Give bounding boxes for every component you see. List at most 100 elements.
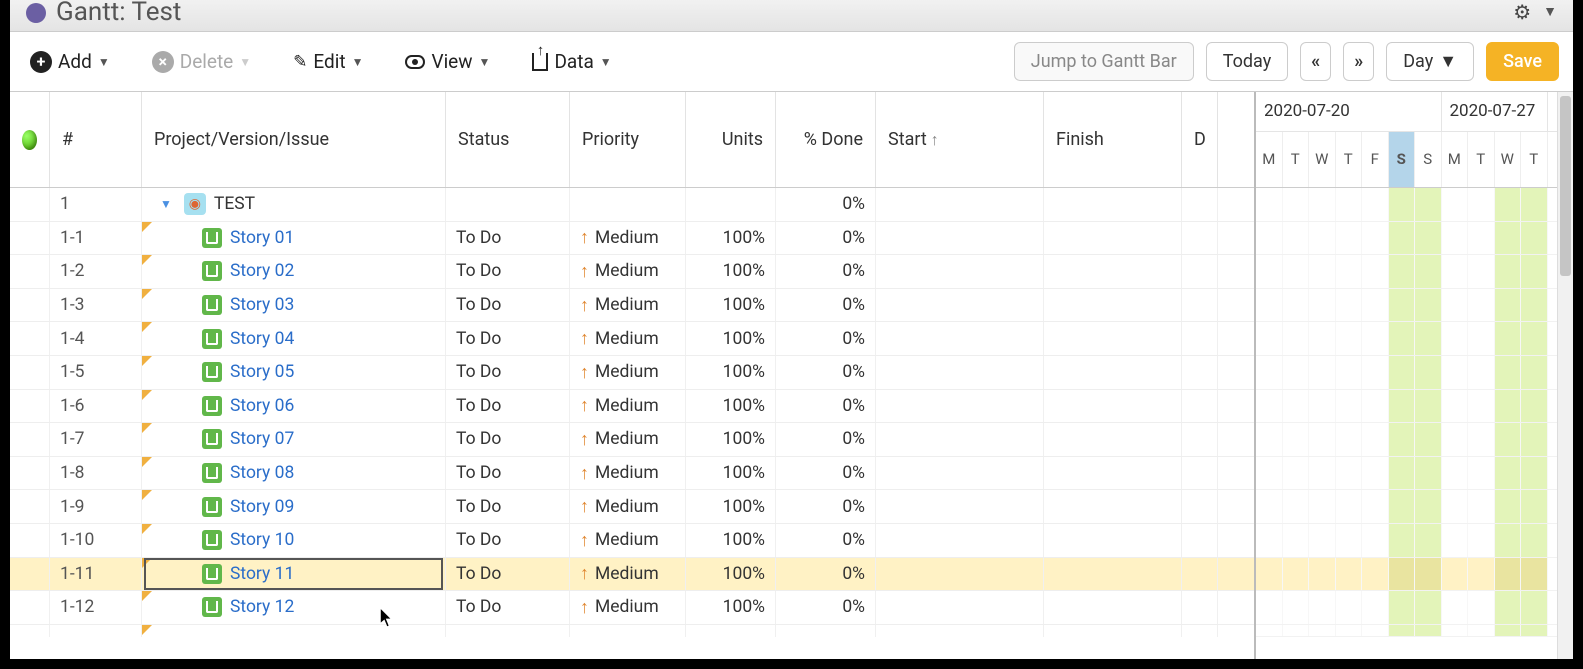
- timeline-cell[interactable]: [1256, 591, 1283, 624]
- add-button[interactable]: + Add ▼: [24, 46, 116, 77]
- table-row[interactable]: 1-3 Story 03 To Do ↑Medium 100% 0%: [10, 289, 1254, 323]
- timeline-cell[interactable]: [1495, 457, 1522, 490]
- timeline-day[interactable]: F: [1362, 132, 1389, 187]
- timeline-cell[interactable]: [1389, 188, 1416, 221]
- timeline-day[interactable]: W: [1309, 132, 1336, 187]
- timeline-cell[interactable]: [1521, 558, 1548, 591]
- timeline-cell[interactable]: [1495, 558, 1522, 591]
- timeline-cell[interactable]: [1256, 356, 1283, 389]
- timeline-cell[interactable]: [1283, 289, 1310, 322]
- timeline-cell[interactable]: [1468, 356, 1495, 389]
- timeline-day[interactable]: M: [1442, 132, 1469, 187]
- timeline-cell[interactable]: [1521, 591, 1548, 624]
- timeline-cell[interactable]: [1442, 222, 1469, 255]
- timeline-row[interactable]: [1256, 356, 1573, 390]
- timeline-cell[interactable]: [1362, 356, 1389, 389]
- timeline-cell[interactable]: [1389, 524, 1416, 557]
- timeline-cell[interactable]: [1415, 255, 1442, 288]
- timeline-cell[interactable]: [1415, 591, 1442, 624]
- timeline-cell[interactable]: [1283, 524, 1310, 557]
- timeline-cell[interactable]: [1336, 591, 1363, 624]
- timeline-cell[interactable]: [1521, 255, 1548, 288]
- timeline-cell[interactable]: [1283, 188, 1310, 221]
- timeline-cell[interactable]: [1336, 490, 1363, 523]
- timeline-cell[interactable]: [1256, 524, 1283, 557]
- vertical-scrollbar[interactable]: [1557, 92, 1573, 659]
- timeline-cell[interactable]: [1468, 390, 1495, 423]
- timeline-day[interactable]: T: [1521, 132, 1548, 187]
- timeline-row[interactable]: [1256, 289, 1573, 323]
- timeline-cell[interactable]: [1495, 322, 1522, 355]
- timeline-cell[interactable]: [1415, 524, 1442, 557]
- timeline-cell[interactable]: [1468, 222, 1495, 255]
- col-d[interactable]: D: [1182, 92, 1218, 187]
- timeline-cell[interactable]: [1362, 322, 1389, 355]
- timeline-cell[interactable]: [1468, 524, 1495, 557]
- timeline-day[interactable]: S: [1389, 132, 1416, 187]
- timeline-cell[interactable]: [1362, 490, 1389, 523]
- timeline-day[interactable]: M: [1256, 132, 1283, 187]
- timeline-cell[interactable]: [1283, 356, 1310, 389]
- timeline-row[interactable]: [1256, 524, 1573, 558]
- timeline-cell[interactable]: [1309, 625, 1336, 636]
- timeline-cell[interactable]: [1309, 289, 1336, 322]
- timeline-cell[interactable]: [1468, 188, 1495, 221]
- timeline-row[interactable]: [1256, 591, 1573, 625]
- scroll-right-button[interactable]: »: [1343, 42, 1374, 81]
- timeline-cell[interactable]: [1442, 457, 1469, 490]
- timeline-cell[interactable]: [1362, 625, 1389, 636]
- timeline-cell[interactable]: [1283, 625, 1310, 636]
- issue-link[interactable]: Story 01: [230, 228, 294, 248]
- timeline-cell[interactable]: [1442, 188, 1469, 221]
- dropdown-caret-icon[interactable]: ▼: [1543, 3, 1557, 20]
- timeline-cell[interactable]: [1309, 390, 1336, 423]
- timeline-cell[interactable]: [1415, 490, 1442, 523]
- timeline-cell[interactable]: [1336, 289, 1363, 322]
- timeline-row[interactable]: [1256, 490, 1573, 524]
- table-row[interactable]: 1-9 Story 09 To Do ↑Medium 100% 0%: [10, 490, 1254, 524]
- timeline-cell[interactable]: [1336, 423, 1363, 456]
- scale-dropdown[interactable]: Day▼: [1386, 42, 1474, 81]
- project-row[interactable]: 1 ▼ ◉ TEST 0%: [10, 188, 1254, 222]
- timeline-cell[interactable]: [1283, 222, 1310, 255]
- timeline-cell[interactable]: [1495, 591, 1522, 624]
- timeline-cell[interactable]: [1336, 188, 1363, 221]
- timeline-cell[interactable]: [1362, 222, 1389, 255]
- col-issue[interactable]: Project/Version/Issue: [142, 92, 446, 187]
- timeline-cell[interactable]: [1389, 390, 1416, 423]
- col-finish[interactable]: Finish: [1044, 92, 1182, 187]
- table-row[interactable]: 1-8 Story 08 To Do ↑Medium 100% 0%: [10, 457, 1254, 491]
- timeline-cell[interactable]: [1336, 222, 1363, 255]
- timeline-day[interactable]: T: [1336, 132, 1363, 187]
- data-button[interactable]: Data ▼: [526, 46, 617, 77]
- timeline-cell[interactable]: [1283, 390, 1310, 423]
- timeline-cell[interactable]: [1309, 558, 1336, 591]
- timeline-cell[interactable]: [1495, 188, 1522, 221]
- timeline-cell[interactable]: [1468, 457, 1495, 490]
- timeline-row[interactable]: [1256, 222, 1573, 256]
- timeline-cell[interactable]: [1336, 255, 1363, 288]
- timeline-cell[interactable]: [1336, 625, 1363, 636]
- collapse-icon[interactable]: ▼: [160, 197, 172, 211]
- timeline-cell[interactable]: [1521, 390, 1548, 423]
- table-row[interactable]: 1-2 Story 02 To Do ↑Medium 100% 0%: [10, 255, 1254, 289]
- timeline-cell[interactable]: [1495, 289, 1522, 322]
- timeline-cell[interactable]: [1256, 625, 1283, 636]
- timeline-cell[interactable]: [1283, 591, 1310, 624]
- timeline-cell[interactable]: [1415, 289, 1442, 322]
- timeline-cell[interactable]: [1336, 457, 1363, 490]
- timeline-cell[interactable]: [1521, 322, 1548, 355]
- timeline-cell[interactable]: [1468, 625, 1495, 636]
- timeline-cell[interactable]: [1309, 255, 1336, 288]
- col-num[interactable]: #: [50, 92, 142, 187]
- timeline-cell[interactable]: [1256, 457, 1283, 490]
- save-button[interactable]: Save: [1486, 42, 1559, 81]
- jump-to-bar-button[interactable]: Jump to Gantt Bar: [1014, 42, 1194, 81]
- issue-link[interactable]: Story 09: [230, 497, 294, 517]
- timeline-cell[interactable]: [1256, 490, 1283, 523]
- table-row[interactable]: 1-1 Story 01 To Do ↑Medium 100% 0%: [10, 222, 1254, 256]
- timeline-cell[interactable]: [1389, 222, 1416, 255]
- timeline-cell[interactable]: [1256, 322, 1283, 355]
- timeline-cell[interactable]: [1415, 625, 1442, 636]
- table-row[interactable]: 1-12 Story 12 To Do ↑Medium 100% 0%: [10, 591, 1254, 625]
